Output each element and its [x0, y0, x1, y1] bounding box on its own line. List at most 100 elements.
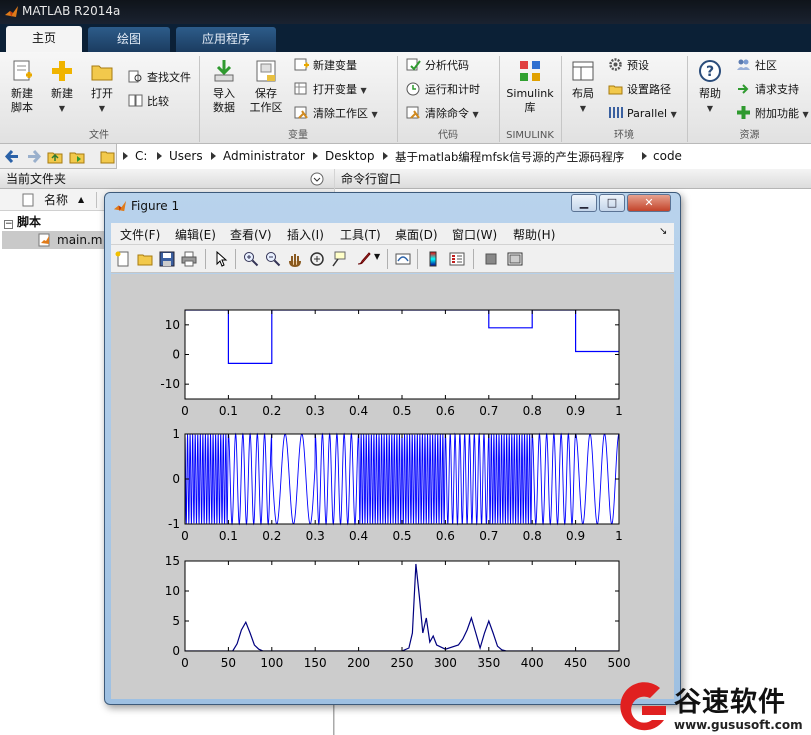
preferences-button[interactable]: 预设 — [608, 56, 649, 76]
request-support-button[interactable]: 请求支持 — [736, 80, 799, 100]
brush-icon[interactable] — [355, 251, 371, 267]
import-data-button[interactable]: 导入 数据 — [204, 58, 244, 115]
menu-help[interactable]: 帮助(H) — [513, 226, 555, 243]
new-variable-icon — [294, 58, 309, 71]
help-button[interactable]: ? 帮助 ▼ — [692, 58, 728, 116]
minimize-button[interactable]: ▁ — [571, 194, 597, 212]
breadcrumb-administrator[interactable]: Administrator — [223, 149, 305, 163]
list-item-file[interactable]: main.m — [2, 231, 107, 249]
x-tick-label: 0.3 — [306, 404, 325, 418]
menu-edit[interactable]: 编辑(E) — [175, 226, 216, 243]
zoom-in-icon[interactable] — [243, 251, 259, 267]
simulink-library-button[interactable]: Simulink 库 — [502, 58, 558, 115]
y-tick-label: 0 — [172, 348, 180, 362]
run-and-time-icon — [406, 82, 420, 96]
rotate-3d-icon[interactable] — [309, 251, 325, 267]
menu-file[interactable]: 文件(F) — [120, 226, 160, 243]
find-files-button[interactable]: 查找文件 — [128, 68, 191, 88]
browse-folder-icon[interactable] — [68, 148, 86, 165]
group-label-variable: 变量 — [288, 130, 308, 141]
menu-desktop[interactable]: 桌面(D) — [395, 226, 438, 243]
breadcrumb-desktop[interactable]: Desktop — [325, 149, 375, 163]
save-workspace-button[interactable]: 保存 工作区 — [246, 58, 286, 115]
legend-icon[interactable] — [449, 251, 465, 267]
compare-button[interactable]: 比较 — [128, 92, 169, 112]
app-title: MATLAB R2014a — [22, 4, 121, 18]
x-tick-label: 200 — [347, 656, 370, 670]
close-button[interactable]: ✕ — [627, 194, 671, 212]
x-tick-label: 0.5 — [392, 404, 411, 418]
x-tick-label: 0.1 — [219, 529, 238, 543]
new-figure-icon[interactable] — [115, 251, 131, 267]
brush-dropdown-icon[interactable]: ▼ — [374, 252, 380, 261]
axes-background — [185, 561, 619, 651]
new-script-button[interactable]: 新建 脚本 — [4, 58, 40, 115]
colorbar-icon[interactable] — [425, 251, 441, 267]
tab-apps[interactable]: 应用程序 — [176, 27, 276, 52]
save-icon[interactable] — [159, 251, 175, 267]
menu-insert[interactable]: 插入(I) — [287, 226, 324, 243]
menu-view[interactable]: 查看(V) — [230, 226, 272, 243]
pointer-icon[interactable] — [213, 251, 229, 267]
add-ons-button[interactable]: 附加功能 ▼ — [736, 104, 809, 124]
y-tick-label: 10 — [165, 584, 180, 598]
x-tick-label: 0.4 — [349, 404, 368, 418]
clear-commands-button[interactable]: 清除命令 ▼ — [406, 104, 479, 124]
group-label-resources: 资源 — [739, 130, 760, 141]
breadcrumb-drive[interactable]: C: — [135, 149, 147, 163]
breadcrumb-users[interactable]: Users — [169, 149, 203, 163]
open-file-icon[interactable] — [137, 251, 153, 267]
print-icon[interactable] — [181, 251, 197, 267]
chevron-down-icon: ▼ — [371, 110, 378, 119]
tab-plots[interactable]: 绘图 — [88, 27, 170, 52]
x-tick-label: 0.4 — [349, 529, 368, 543]
new-variable-button[interactable]: 新建变量 — [294, 56, 357, 76]
open-variable-icon — [294, 82, 307, 95]
menu-tools[interactable]: 工具(T) — [340, 226, 381, 243]
svg-text:?: ? — [706, 64, 714, 80]
set-path-button[interactable]: 设置路径 — [608, 80, 671, 100]
figure-canvas[interactable]: 0 0.1 0.2 0.3 0.4 0.5 0.6 0.7 0.8 0.9 1 -10 0 10 0 0.1 0… — [111, 274, 674, 699]
address-path[interactable]: C: Users Administrator Desktop 基于matlab编… — [100, 144, 811, 169]
maximize-button[interactable]: □ — [599, 194, 625, 212]
analyze-code-button[interactable]: 分析代码 — [406, 56, 469, 76]
open-folder-icon — [91, 65, 113, 81]
matlab-logo-icon — [5, 6, 18, 17]
open-variable-button[interactable]: 打开变量 ▼ — [294, 80, 367, 100]
link-plot-icon[interactable] — [395, 251, 411, 267]
figure-window[interactable]: Figure 1 ▁ □ ✕ 文件(F) 编辑(E) 查看(V) 插入(I) 工… — [104, 192, 681, 705]
pan-icon[interactable] — [287, 251, 303, 267]
file-type-icon — [22, 193, 34, 207]
up-folder-icon[interactable] — [46, 148, 64, 165]
breadcrumb-code[interactable]: code — [653, 149, 682, 163]
clear-workspace-button[interactable]: 清除工作区 ▼ — [294, 104, 378, 124]
hide-plot-tools-icon[interactable] — [483, 251, 499, 267]
forward-arrow-icon[interactable] — [24, 148, 42, 165]
axes-background — [185, 310, 619, 399]
layout-button[interactable]: 布局 ▼ — [565, 58, 601, 116]
tab-home[interactable]: 主页 — [6, 26, 82, 52]
folder-group-scripts[interactable]: − 脚本 — [4, 213, 41, 230]
y-tick-label: 10 — [165, 318, 180, 332]
new-button[interactable]: 新建 ▼ — [44, 58, 80, 116]
x-tick-label: 0.8 — [523, 404, 542, 418]
group-label-simulink: SIMULINK — [506, 130, 554, 141]
import-data-icon — [214, 60, 234, 82]
dock-arrow-icon[interactable]: ↘ — [659, 226, 667, 237]
open-button[interactable]: 打开 ▼ — [84, 58, 120, 116]
breadcrumb-project-folder[interactable]: 基于matlab编程mfsk信号源的产生源码程序 — [395, 149, 624, 165]
back-arrow-icon[interactable] — [4, 148, 22, 165]
zoom-out-icon[interactable] — [265, 251, 281, 267]
show-plot-tools-icon[interactable] — [507, 251, 523, 267]
menu-window[interactable]: 窗口(W) — [452, 226, 497, 243]
x-tick-label: 0.2 — [262, 404, 281, 418]
panel-actions-icon[interactable] — [310, 172, 324, 186]
parallel-button[interactable]: Parallel ▼ — [608, 104, 677, 124]
collapse-toggle-icon[interactable]: − — [4, 220, 13, 229]
run-and-time-button[interactable]: 运行和计时 — [406, 80, 480, 100]
data-cursor-icon[interactable] — [331, 251, 347, 267]
community-button[interactable]: 社区 — [736, 56, 777, 76]
community-icon — [737, 59, 750, 70]
y-tick-label: 0 — [172, 644, 180, 658]
x-tick-label: 0 — [181, 656, 189, 670]
